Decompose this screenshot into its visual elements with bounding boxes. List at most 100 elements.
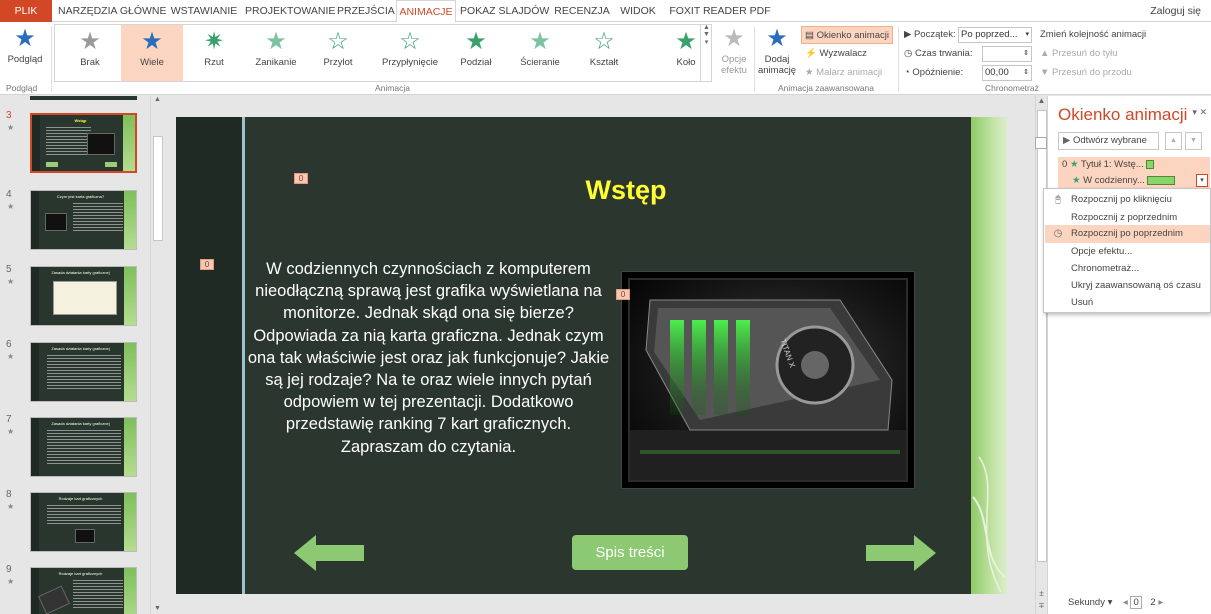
gallery-item-multiple[interactable]: ★ Wiele	[121, 25, 183, 81]
animation-item-body[interactable]: ★ W codzienny...	[1072, 175, 1176, 186]
thumbnail-slide-7[interactable]: Zasada działania karty graficznej	[30, 417, 137, 477]
gallery-item-wipe[interactable]: ★ Ścieranie	[509, 25, 571, 81]
scroll-thumb[interactable]	[1037, 110, 1047, 562]
gallery-item-fly-in[interactable]: ☆ Przylot	[307, 25, 369, 81]
play-icon: ▶	[1063, 135, 1073, 146]
next-slide-icon[interactable]: ∓	[1036, 601, 1047, 610]
animation-painter-button[interactable]: ★ Malarz animacji	[805, 64, 882, 82]
tab-insert[interactable]: WSTAWIANIE	[168, 0, 240, 22]
preview-button[interactable]: ★ Podgląd	[2, 24, 48, 80]
thumb-band	[124, 343, 136, 401]
thumb-title: Rodzaje kart graficznych	[58, 496, 103, 501]
timeline-start: 0	[1130, 596, 1142, 609]
menu-timing[interactable]: Chronometraż...	[1045, 260, 1210, 278]
current-slide[interactable]: Wstęp 0 W codziennych czynnościach z kom…	[176, 117, 1007, 594]
menu-label: Usuń	[1071, 297, 1094, 308]
star-burst-icon: ✷	[203, 28, 225, 55]
move-earlier-button[interactable]: ▲ Przesuń do tyłu	[1040, 45, 1118, 63]
menu-label: Ukryj zaawansowaną oś czasu	[1071, 280, 1201, 291]
toc-button[interactable]: Spis treści	[572, 535, 688, 570]
scroll-down-icon[interactable]: ▼	[151, 605, 164, 612]
seconds-label[interactable]: Sekundy	[1068, 597, 1105, 608]
timeline-left-icon[interactable]: ◂	[1123, 597, 1128, 608]
thumb-bar	[31, 493, 39, 551]
close-icon[interactable]: ✕	[1199, 107, 1207, 117]
start-value: Po poprzed...	[961, 29, 1018, 40]
thumb-arrow	[46, 162, 58, 167]
tab-slideshow[interactable]: POKAZ SLAJDÓW	[460, 0, 549, 22]
gallery-item-float-in[interactable]: ☆ Przypłynięcie	[373, 25, 447, 81]
arrow-left-icon[interactable]	[294, 535, 364, 571]
thumbnail-slide-6[interactable]: Zasada działania karty graficznej	[30, 342, 137, 402]
tab-review[interactable]: RECENZJA	[553, 0, 611, 22]
graphics-card-image[interactable]: TITAN X	[621, 271, 915, 489]
gallery-scroll[interactable]: ▲ ▼ ▾	[700, 24, 712, 82]
thumb-partial	[30, 96, 137, 100]
item-dropdown-button[interactable]: ▾	[1196, 174, 1208, 187]
scroll-checkbox[interactable]	[1035, 137, 1047, 149]
animation-pane-button[interactable]: ▤ Okienko animacji	[801, 26, 893, 44]
tab-home[interactable]: NARZĘDZIA GŁÓWNE	[58, 0, 167, 22]
pane-menu-icon[interactable]: ▾	[1192, 107, 1197, 117]
slide-body-text[interactable]: W codziennych czynnościach z komputerem …	[246, 258, 611, 458]
menu-hide-timeline[interactable]: Ukryj zaawansowaną oś czasu	[1045, 277, 1210, 295]
move-up-button[interactable]: ▲	[1165, 132, 1182, 150]
move-later-button[interactable]: ▼ Przesuń do przodu	[1040, 64, 1132, 82]
tab-animations[interactable]: ANIMACJE	[396, 0, 456, 23]
tab-transitions[interactable]: PRZEJŚCIA	[337, 0, 395, 22]
gallery-label: Wiele	[140, 57, 164, 68]
slide-title[interactable]: Wstęp	[506, 175, 746, 206]
menu-start-after-previous[interactable]: ◷ Rozpocznij po poprzednim	[1045, 225, 1210, 243]
thumbnail-slide-3[interactable]: Wstęp	[30, 113, 137, 173]
clock-icon: ◷	[904, 48, 915, 59]
effect-options-button[interactable]: ★ Opcje efektu	[716, 24, 752, 80]
start-select[interactable]: Po poprzed... ▾	[958, 27, 1032, 43]
tab-view[interactable]: WIDOK	[616, 0, 660, 22]
duration-label: ◷ Czas trwania:	[904, 45, 973, 63]
gallery-label: Podział	[460, 57, 492, 68]
thumb-title: Rodzaje kart graficznych	[58, 571, 103, 576]
gallery-item-split[interactable]: ★ Podział	[445, 25, 507, 81]
thumb-number: 5	[6, 264, 12, 275]
thumb-title: Zasada działania karty graficznej	[51, 346, 110, 351]
gallery-item-shape[interactable]: ☆ Kształt	[573, 25, 635, 81]
pane-controls: ▾ ✕	[1192, 107, 1207, 118]
prev-slide-icon[interactable]: ±	[1036, 589, 1047, 598]
thumb-bar	[32, 115, 40, 171]
thumbnail-slide-4[interactable]: Czym jest karta graficzna?	[30, 190, 137, 250]
thumbnail-slide-9[interactable]: Rodzaje kart graficznych	[30, 567, 137, 614]
tab-plik[interactable]: PLIK	[0, 0, 52, 22]
menu-start-on-click[interactable]: 🖰 Rozpocznij po kliknięciu	[1045, 191, 1210, 209]
menu-effect-options[interactable]: Opcje efektu...	[1045, 243, 1210, 261]
gallery-label: Brak	[80, 57, 100, 68]
play-selected-button[interactable]: ▶ Odtwórz wybrane	[1058, 132, 1159, 150]
arrow-right-icon[interactable]	[866, 535, 936, 571]
login-link[interactable]: Zaloguj się	[1150, 0, 1201, 22]
timing-bar	[1146, 159, 1155, 169]
slide-scrollbar[interactable]: ▲ ± ∓	[1035, 96, 1047, 614]
trigger-button[interactable]: ⚡ Wyzwalacz	[805, 45, 867, 63]
tab-foxit[interactable]: FOXIT READER PDF	[665, 0, 775, 22]
gallery-item-appear[interactable]: ✷ Rzut	[183, 25, 245, 81]
slide-editor: Wstęp 0 W codziennych czynnościach z kom…	[165, 96, 1035, 614]
gallery-item-fade[interactable]: ★ Zanikanie	[245, 25, 307, 81]
menu-remove[interactable]: Usuń	[1045, 294, 1210, 312]
scroll-thumb[interactable]	[153, 136, 163, 241]
thumbnail-slide-8[interactable]: Rodzaje kart graficznych	[30, 492, 137, 552]
thumb-band	[124, 493, 136, 551]
timeline-right-icon[interactable]: ▸	[1158, 597, 1163, 608]
triangle-up-icon: ▲	[1040, 48, 1053, 59]
add-animation-button[interactable]: ★ Dodaj animację	[756, 24, 798, 80]
scroll-up-icon[interactable]: ▲	[151, 96, 164, 103]
move-down-button[interactable]: ▼	[1185, 132, 1202, 150]
gallery-item-none[interactable]: ★ Brak	[59, 25, 121, 81]
thumbnail-slide-5[interactable]: Zasada działania karty graficznej	[30, 266, 137, 326]
delay-input[interactable]: 00,00 ⇕	[982, 65, 1032, 81]
animation-item-title[interactable]: 0 ★ Tytuł 1: Wstę...	[1062, 159, 1155, 170]
duration-input[interactable]: ⇕	[982, 46, 1032, 62]
thumbnails-scrollbar[interactable]: ▲ ▼	[150, 96, 164, 614]
scroll-up-icon[interactable]: ▲	[1036, 96, 1047, 105]
wave-decoration	[972, 456, 1006, 593]
move-later-label: Przesuń do przodu	[1052, 67, 1132, 78]
tab-design[interactable]: PROJEKTOWANIE	[245, 0, 335, 22]
